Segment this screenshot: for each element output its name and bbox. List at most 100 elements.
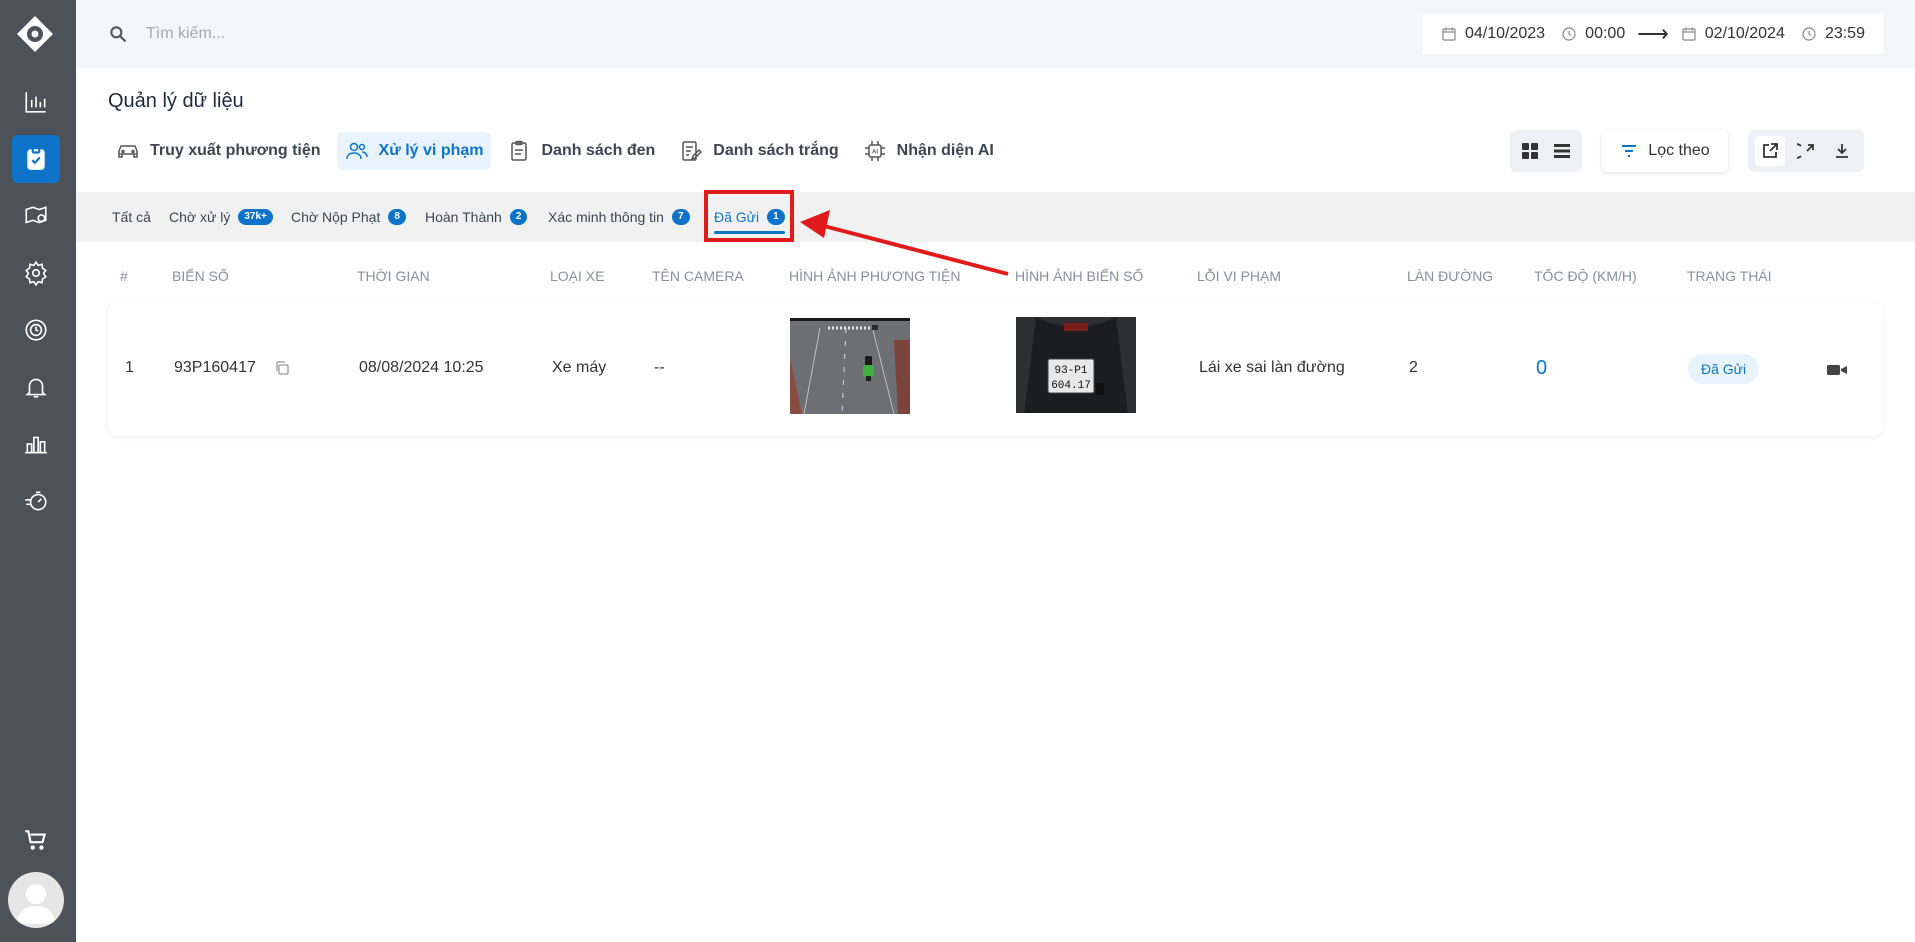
column-header: BIỂN SỐ	[172, 268, 229, 284]
filter-label: Lọc theo	[1648, 142, 1710, 159]
vehicle-image[interactable]	[790, 318, 910, 414]
export-icon	[1797, 143, 1814, 159]
tab-violation-processing[interactable]: Xử lý vi phạm	[336, 132, 492, 170]
download-button[interactable]	[1827, 136, 1857, 166]
column-header: LOẠI XE	[550, 268, 605, 284]
bar-chart-icon	[25, 436, 47, 454]
page-title: Quản lý dữ liệu	[108, 90, 244, 112]
table-row[interactable]: 1 93P160417 08/08/2024 10:25 Xe máy -- 9…	[108, 302, 1883, 436]
vehicle-image-graphic	[790, 318, 910, 414]
sidebar-item-violations[interactable]	[12, 135, 60, 183]
tab-vehicle-lookup[interactable]: Truy xuất phương tiện	[108, 132, 329, 170]
export-button[interactable]	[1791, 136, 1821, 166]
clock-icon	[1562, 27, 1576, 41]
column-header: TÊN CAMERA	[652, 268, 744, 284]
map-pin-icon	[25, 206, 47, 224]
sidebar-item-analytics[interactable]	[12, 78, 60, 126]
status-tab-completed[interactable]: Hoàn Thành 2	[425, 192, 528, 242]
camera-name: --	[654, 359, 665, 376]
gear-icon	[25, 260, 47, 286]
users-icon	[345, 142, 368, 160]
status-tab-awaiting-payment[interactable]: Chờ Nộp Phạt 8	[291, 192, 406, 242]
user-avatar-icon	[16, 884, 56, 924]
sidebar-item-history[interactable]	[12, 306, 60, 354]
ai-chip-icon: AI	[864, 141, 885, 161]
share-icon	[1763, 143, 1778, 158]
plate-line-1: 93-P1	[1054, 365, 1087, 377]
status-tab-label: Hoàn Thành	[425, 209, 502, 225]
sidebar-item-settings[interactable]	[12, 249, 60, 297]
main-panel: Quản lý dữ liệu Truy xuất phương tiện Xử…	[76, 68, 1915, 942]
list-view-button[interactable]	[1548, 137, 1576, 165]
tab-label: Danh sách trắng	[713, 142, 839, 159]
view-toggle	[1510, 130, 1582, 172]
share-button[interactable]	[1755, 136, 1785, 166]
status-tabs: Tất cả Chờ xử lý 37k+ Chờ Nộp Phạt 8 Hoà…	[76, 192, 1915, 242]
count-badge: 37k+	[238, 209, 273, 225]
calendar-icon	[1682, 27, 1696, 41]
download-icon	[1836, 144, 1848, 158]
sidebar-item-cart[interactable]	[12, 816, 60, 864]
count-badge: 1	[767, 209, 785, 225]
tab-ai-recognition[interactable]: AI Nhận diện AI	[855, 132, 1002, 170]
column-header: LÀN ĐƯỜNG	[1407, 268, 1494, 284]
bell-icon	[25, 378, 47, 398]
lane-number: 2	[1409, 359, 1418, 376]
license-plate: 93P160417	[174, 359, 290, 377]
plate-image[interactable]: 93-P1 604.17	[1016, 317, 1136, 413]
end-time[interactable]: 23:59	[1825, 25, 1865, 43]
table-header: # BIỂN SỐ THỜI GIAN LOẠI XE TÊN CAMERA H…	[108, 258, 1883, 294]
search-icon	[110, 26, 127, 43]
action-group	[1748, 130, 1864, 172]
column-header: LỖI VI PHẠM	[1197, 268, 1282, 284]
active-tab-underline	[714, 231, 785, 234]
status-tab-all[interactable]: Tất cả	[112, 192, 151, 242]
column-header: HÌNH ẢNH BIỂN SỐ	[1015, 268, 1144, 284]
count-badge: 7	[671, 209, 690, 225]
tab-label: Truy xuất phương tiện	[150, 142, 321, 159]
edit-list-icon	[682, 141, 703, 161]
violation-error: Lái xe sai làn đường	[1199, 359, 1345, 376]
avatar[interactable]	[8, 872, 64, 928]
app-logo[interactable]	[15, 14, 55, 54]
start-date[interactable]: 04/10/2023	[1465, 25, 1545, 43]
clipboard-check-icon	[27, 147, 45, 170]
calendar-icon	[1442, 27, 1456, 41]
sidebar	[0, 0, 76, 942]
sidebar-item-map[interactable]	[12, 192, 60, 240]
column-header: TRẠNG THÁI	[1687, 268, 1772, 284]
plate-line-2: 604.17	[1051, 380, 1091, 392]
copy-icon[interactable]	[274, 360, 290, 376]
car-icon	[118, 145, 138, 158]
tab-blacklist[interactable]: Danh sách đen	[499, 132, 663, 170]
clipboard-icon	[511, 140, 528, 161]
status-tab-verify-info[interactable]: Xác minh thông tin 7	[548, 192, 690, 242]
sidebar-item-speed[interactable]	[12, 477, 60, 525]
video-camera-icon[interactable]	[1826, 362, 1848, 378]
end-date[interactable]: 02/10/2024	[1705, 25, 1785, 43]
row-index: 1	[125, 359, 134, 376]
status-tab-label: Đã Gửi	[714, 209, 760, 225]
tab-label: Xử lý vi phạm	[378, 142, 484, 159]
sidebar-item-reports[interactable]	[12, 420, 60, 468]
plate-image-graphic: 93-P1 604.17	[1016, 317, 1136, 413]
grid-icon	[1522, 143, 1538, 159]
search-input[interactable]	[146, 18, 646, 50]
nav-tabs: Truy xuất phương tiện Xử lý vi phạm Danh…	[108, 132, 1002, 170]
start-time[interactable]: 00:00	[1585, 25, 1625, 43]
status-tab-sent[interactable]: Đã Gửi 1	[714, 192, 785, 242]
status-badge: Đã Gửi	[1688, 354, 1760, 384]
status-tab-pending[interactable]: Chờ xử lý 37k+	[169, 192, 273, 242]
sidebar-item-alerts[interactable]	[12, 363, 60, 411]
filter-icon	[1622, 145, 1637, 157]
tab-whitelist[interactable]: Danh sách trắng	[671, 132, 846, 170]
svg-text:AI: AI	[872, 150, 878, 156]
top-bar: 04/10/2023 00:00 ⟶ 02/10/2024 23:59	[76, 0, 1915, 68]
date-range-picker[interactable]: 04/10/2023 00:00 ⟶ 02/10/2024 23:59	[1423, 14, 1883, 54]
chart-icon	[25, 92, 46, 113]
filter-button[interactable]: Lọc theo	[1602, 130, 1728, 172]
count-badge: 2	[509, 209, 528, 225]
clock-icon	[25, 319, 47, 341]
grid-view-button[interactable]	[1516, 137, 1544, 165]
date-range-arrow: ⟶	[1637, 21, 1669, 46]
